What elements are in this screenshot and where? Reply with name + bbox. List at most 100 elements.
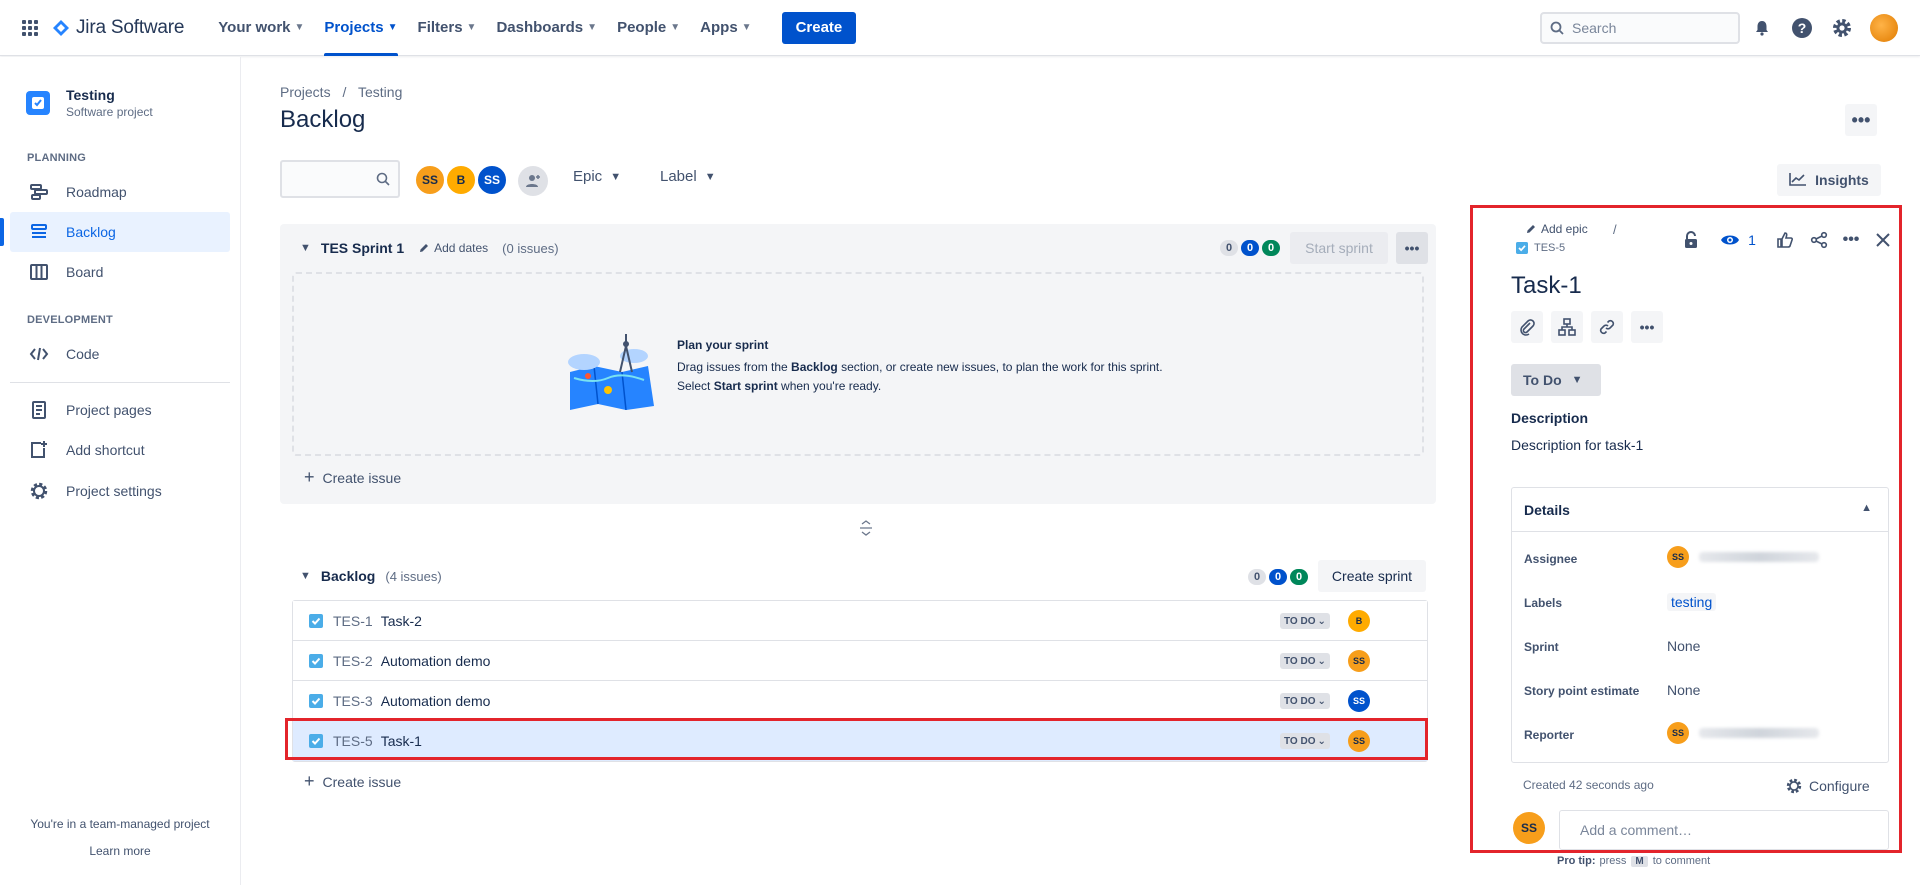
issue-row-tes-3[interactable]: TES-3 Automation demo TO DO ⌄ SS bbox=[293, 681, 1427, 721]
nav-filters[interactable]: Filters ▼ bbox=[410, 0, 485, 56]
nav-your-work[interactable]: Your work ▼ bbox=[210, 0, 312, 56]
svg-text:?: ? bbox=[1798, 20, 1807, 36]
count-done: 0 bbox=[1262, 240, 1280, 256]
issue-row-tes-1[interactable]: TES-1 Task-2 TO DO ⌄ B bbox=[293, 601, 1427, 641]
issue-summary[interactable]: Task-2 bbox=[381, 613, 422, 629]
breadcrumb-projects[interactable]: Projects bbox=[280, 84, 331, 100]
close-icon[interactable] bbox=[1871, 228, 1895, 252]
sprint-create-issue-button[interactable]: + Create issue bbox=[304, 467, 401, 488]
blurred-name bbox=[1699, 552, 1819, 562]
watch-button[interactable]: 1 bbox=[1715, 228, 1761, 252]
issue-row-tes-2[interactable]: TES-2 Automation demo TO DO ⌄ SS bbox=[293, 641, 1427, 681]
comment-input[interactable]: Add a comment… bbox=[1559, 810, 1889, 850]
settings-icon bbox=[1786, 778, 1802, 794]
app-switcher-icon[interactable] bbox=[14, 12, 46, 44]
help-icon[interactable]: ? bbox=[1788, 14, 1816, 42]
search-input[interactable]: Search bbox=[1540, 12, 1740, 44]
sidebar-item-board[interactable]: Board bbox=[10, 252, 230, 292]
resize-handle-icon[interactable] bbox=[858, 520, 874, 539]
filter-label: Epic bbox=[573, 168, 603, 185]
sprint-value[interactable]: None bbox=[1667, 638, 1700, 654]
issue-row-tes-5[interactable]: TES-5 Task-1 TO DO ⌄ SS bbox=[293, 721, 1427, 761]
link-icon[interactable] bbox=[1591, 311, 1623, 343]
description-text[interactable]: Description for task-1 bbox=[1511, 437, 1643, 453]
chevron-down-icon[interactable]: ▼ bbox=[300, 570, 311, 582]
add-epic-button[interactable]: Add epic bbox=[1525, 222, 1588, 236]
avatar-filter-ss[interactable]: SS bbox=[414, 164, 446, 196]
insights-button[interactable]: Insights bbox=[1777, 164, 1881, 196]
backlog-create-issue-button[interactable]: + Create issue bbox=[304, 771, 401, 792]
project-header[interactable]: Testing Software project bbox=[0, 57, 240, 119]
issue-status-dropdown[interactable]: TO DO ⌄ bbox=[1280, 693, 1330, 709]
nav-dashboards[interactable]: Dashboards ▼ bbox=[488, 0, 605, 56]
more-icon[interactable]: ••• bbox=[1839, 228, 1863, 252]
issue-summary[interactable]: Automation demo bbox=[381, 693, 491, 709]
sprint-drop-zone[interactable]: Plan your sprint Drag issues from the Ba… bbox=[292, 272, 1424, 456]
notifications-icon[interactable] bbox=[1748, 14, 1776, 42]
avatar-filter-b[interactable]: B bbox=[445, 164, 477, 196]
backlog-name[interactable]: Backlog bbox=[321, 568, 375, 584]
add-dates-button[interactable]: Add dates bbox=[418, 241, 488, 255]
assignee-avatar[interactable]: SS bbox=[1348, 690, 1370, 712]
sprint-more-button[interactable]: ••• bbox=[1396, 232, 1428, 264]
issue-key[interactable]: TES-2 bbox=[333, 653, 373, 669]
sprint-name[interactable]: TES Sprint 1 bbox=[321, 240, 404, 256]
sidebar-item-code[interactable]: Code bbox=[10, 334, 230, 374]
reporter-value[interactable]: SS bbox=[1667, 722, 1819, 744]
lock-icon[interactable] bbox=[1679, 228, 1703, 252]
details-header[interactable]: Details ▲ bbox=[1512, 488, 1888, 532]
like-icon[interactable] bbox=[1773, 228, 1797, 252]
epic-filter-dropdown[interactable]: Epic ▼ bbox=[573, 168, 621, 185]
labels-value[interactable]: testing bbox=[1667, 593, 1717, 611]
sidebar-item-add-shortcut[interactable]: Add shortcut bbox=[10, 430, 230, 470]
assignee-avatar[interactable]: SS bbox=[1348, 650, 1370, 672]
issue-status-dropdown[interactable]: TO DO ⌄ bbox=[1280, 733, 1330, 749]
jira-logo[interactable]: Jira Software bbox=[52, 17, 184, 39]
assignee-avatar[interactable]: SS bbox=[1348, 730, 1370, 752]
avatar-filter-ss-2[interactable]: SS bbox=[476, 164, 508, 196]
project-name: Testing bbox=[66, 87, 115, 103]
project-icon bbox=[26, 91, 50, 115]
label-tag[interactable]: testing bbox=[1667, 593, 1717, 611]
sidebar-item-roadmap[interactable]: Roadmap bbox=[10, 172, 230, 212]
project-type: Software project bbox=[66, 105, 153, 119]
label-filter-dropdown[interactable]: Label ▼ bbox=[660, 168, 716, 185]
configure-button[interactable]: Configure bbox=[1785, 777, 1870, 795]
issue-key[interactable]: TES-5 bbox=[333, 733, 373, 749]
learn-more-link[interactable]: Learn more bbox=[0, 844, 240, 858]
sidebar-item-backlog[interactable]: Backlog bbox=[0, 212, 230, 252]
child-issue-icon[interactable] bbox=[1551, 311, 1583, 343]
assignee-avatar[interactable]: B bbox=[1348, 610, 1370, 632]
issue-key[interactable]: TES-3 bbox=[333, 693, 373, 709]
create-button[interactable]: Create bbox=[781, 11, 857, 44]
issue-title[interactable]: Task-1 bbox=[1511, 272, 1582, 300]
issue-summary[interactable]: Task-1 bbox=[381, 733, 422, 749]
issue-key-link[interactable]: TES-5 bbox=[1516, 242, 1565, 254]
sidebar-item-project-pages[interactable]: Project pages bbox=[10, 390, 230, 430]
nav-apps[interactable]: Apps ▼ bbox=[692, 0, 759, 56]
attachment-icon[interactable] bbox=[1511, 311, 1543, 343]
issue-summary[interactable]: Automation demo bbox=[381, 653, 491, 669]
settings-icon[interactable] bbox=[1828, 14, 1856, 42]
start-sprint-button[interactable]: Start sprint bbox=[1290, 232, 1388, 264]
issue-status-dropdown[interactable]: TO DO ⌄ bbox=[1280, 613, 1330, 629]
add-people-icon[interactable] bbox=[518, 166, 548, 196]
create-sprint-button[interactable]: Create sprint bbox=[1318, 560, 1426, 592]
nav-projects[interactable]: Projects ▼ bbox=[316, 0, 405, 56]
backlog-search-input[interactable] bbox=[280, 160, 400, 198]
sidebar-divider bbox=[10, 382, 230, 383]
share-icon[interactable] bbox=[1807, 228, 1831, 252]
issue-status-dropdown[interactable]: TO DO ⌄ bbox=[1280, 653, 1330, 669]
chevron-down-icon[interactable]: ▼ bbox=[300, 242, 311, 254]
story-points-value[interactable]: None bbox=[1667, 682, 1700, 698]
issue-key[interactable]: TES-1 bbox=[333, 613, 373, 629]
more-icon[interactable]: ••• bbox=[1631, 311, 1663, 343]
sidebar-item-project-settings[interactable]: Project settings bbox=[10, 471, 230, 511]
user-avatar[interactable] bbox=[1870, 14, 1898, 42]
more-actions-button[interactable]: ••• bbox=[1845, 104, 1877, 136]
status-dropdown[interactable]: To Do ▼ bbox=[1511, 364, 1601, 396]
nav-label: Filters bbox=[417, 19, 463, 36]
assignee-value[interactable]: SS bbox=[1667, 546, 1819, 568]
breadcrumb-testing[interactable]: Testing bbox=[358, 84, 402, 100]
nav-people[interactable]: People ▼ bbox=[609, 0, 688, 56]
